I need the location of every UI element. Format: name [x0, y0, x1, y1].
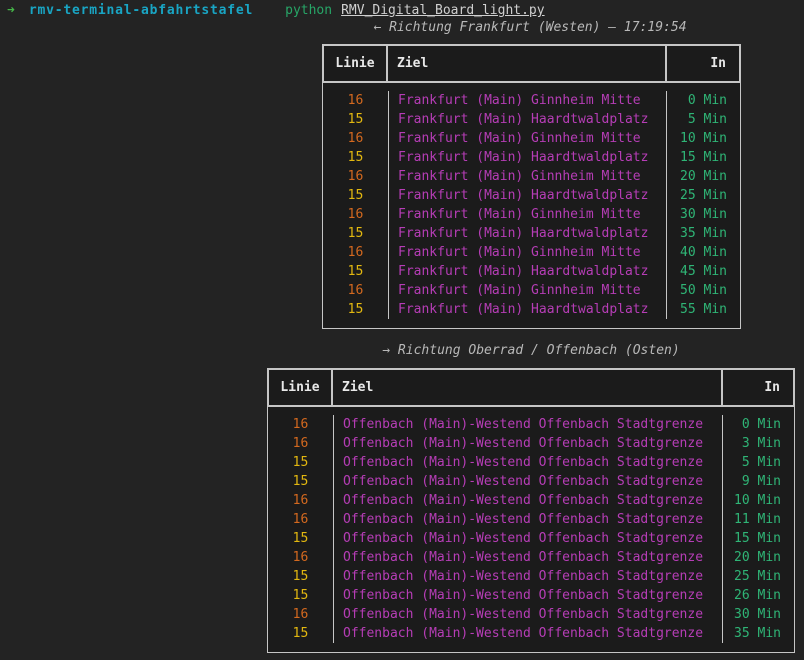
line-number: 15	[268, 567, 333, 586]
destination: Offenbach (Main)-Westend Offenbach Stadt…	[343, 434, 722, 453]
destination: Offenbach (Main)-Westend Offenbach Stadt…	[343, 491, 722, 510]
col-ziel: Offenbach (Main)-Westend Offenbach Stadt…	[333, 415, 723, 643]
line-number: 15	[268, 453, 333, 472]
destination: Offenbach (Main)-Westend Offenbach Stadt…	[343, 453, 722, 472]
departure-countdown: 9 Min	[723, 472, 794, 491]
destination: Offenbach (Main)-Westend Offenbach Stadt…	[343, 510, 722, 529]
departure-countdown: 15 Min	[723, 529, 794, 548]
column-header-ziel: Ziel	[331, 368, 723, 407]
departure-countdown: 40 Min	[667, 243, 740, 262]
col-ziel: Frankfurt (Main) Ginnheim MitteFrankfurt…	[388, 91, 667, 319]
departure-board-west: Linie Ziel In 161516151615161516151615 F…	[322, 44, 741, 329]
line-number: 16	[268, 491, 333, 510]
departure-countdown: 50 Min	[667, 281, 740, 300]
line-number: 15	[268, 472, 333, 491]
destination: Frankfurt (Main) Ginnheim Mitte	[398, 129, 666, 148]
departure-countdown: 20 Min	[667, 167, 740, 186]
departure-countdown: 25 Min	[667, 186, 740, 205]
line-number: 15	[323, 300, 388, 319]
prompt-arrow-icon: ➜	[7, 1, 15, 20]
departure-countdown: 45 Min	[667, 262, 740, 281]
destination: Frankfurt (Main) Haardtwaldplatz	[398, 148, 666, 167]
departure-countdown: 26 Min	[723, 586, 794, 605]
destination: Frankfurt (Main) Haardtwaldplatz	[398, 300, 666, 319]
line-number: 16	[268, 548, 333, 567]
destination: Offenbach (Main)-Westend Offenbach Stadt…	[343, 529, 722, 548]
departure-board-east: Linie Ziel In 161615151616151615151615 O…	[267, 368, 795, 653]
departure-countdown: 35 Min	[667, 224, 740, 243]
line-number: 16	[323, 129, 388, 148]
departure-countdown: 3 Min	[723, 434, 794, 453]
destination: Offenbach (Main)-Westend Offenbach Stadt…	[343, 567, 722, 586]
destination: Frankfurt (Main) Haardtwaldplatz	[398, 224, 666, 243]
col-linie: 161516151615161516151615	[323, 91, 388, 319]
line-number: 15	[323, 224, 388, 243]
line-number: 15	[323, 110, 388, 129]
prompt-directory: rmv-terminal-abfahrtstafel	[29, 1, 253, 20]
departure-countdown: 20 Min	[723, 548, 794, 567]
destination: Offenbach (Main)-Westend Offenbach Stadt…	[343, 624, 722, 643]
departure-countdown: 10 Min	[723, 491, 794, 510]
line-number: 16	[323, 243, 388, 262]
departure-countdown: 35 Min	[723, 624, 794, 643]
departure-countdown: 30 Min	[667, 205, 740, 224]
col-in: 0 Min5 Min10 Min15 Min20 Min25 Min30 Min…	[667, 91, 740, 319]
departure-countdown: 55 Min	[667, 300, 740, 319]
departure-countdown: 10 Min	[667, 129, 740, 148]
line-number: 16	[268, 434, 333, 453]
line-number: 16	[268, 510, 333, 529]
terminal-window: { "terminal": { "prompt_symbol": "➜", "d…	[0, 0, 804, 660]
departure-countdown: 0 Min	[667, 91, 740, 110]
departure-countdown: 25 Min	[723, 567, 794, 586]
col-in: 0 Min3 Min5 Min9 Min10 Min11 Min15 Min20…	[723, 415, 794, 643]
line-number: 16	[323, 167, 388, 186]
table-body: 161615151616151615151615 Offenbach (Main…	[267, 407, 795, 653]
destination: Offenbach (Main)-Westend Offenbach Stadt…	[343, 548, 722, 567]
departure-countdown: 11 Min	[723, 510, 794, 529]
destination: Frankfurt (Main) Ginnheim Mitte	[398, 281, 666, 300]
departure-countdown: 5 Min	[723, 453, 794, 472]
col-linie: 161615151616151615151615	[268, 415, 333, 643]
column-header-ziel: Ziel	[386, 44, 667, 83]
line-number: 15	[323, 262, 388, 281]
line-number: 16	[323, 91, 388, 110]
line-number: 15	[323, 186, 388, 205]
departure-countdown: 30 Min	[723, 605, 794, 624]
column-header-linie: Linie	[322, 44, 388, 83]
destination: Frankfurt (Main) Haardtwaldplatz	[398, 110, 666, 129]
destination: Frankfurt (Main) Ginnheim Mitte	[398, 243, 666, 262]
line-number: 16	[323, 281, 388, 300]
destination: Offenbach (Main)-Westend Offenbach Stadt…	[343, 605, 722, 624]
line-number: 15	[268, 529, 333, 548]
line-number: 16	[323, 205, 388, 224]
line-number: 16	[268, 605, 333, 624]
destination: Offenbach (Main)-Westend Offenbach Stadt…	[343, 472, 722, 491]
destination: Frankfurt (Main) Ginnheim Mitte	[398, 205, 666, 224]
destination: Frankfurt (Main) Ginnheim Mitte	[398, 91, 666, 110]
column-header-linie: Linie	[267, 368, 333, 407]
line-number: 15	[268, 586, 333, 605]
departure-countdown: 5 Min	[667, 110, 740, 129]
line-number: 15	[268, 624, 333, 643]
destination: Offenbach (Main)-Westend Offenbach Stadt…	[343, 586, 722, 605]
column-header-in: In	[721, 368, 795, 407]
direction-heading-east: → Richtung Oberrad / Offenbach (Osten)	[267, 341, 795, 360]
departure-countdown: 15 Min	[667, 148, 740, 167]
line-number: 16	[268, 415, 333, 434]
destination: Frankfurt (Main) Haardtwaldplatz	[398, 186, 666, 205]
destination: Frankfurt (Main) Haardtwaldplatz	[398, 262, 666, 281]
column-header-in: In	[665, 44, 741, 83]
line-number: 15	[323, 148, 388, 167]
table-header: Linie Ziel In	[267, 368, 795, 407]
direction-heading-west: ← Richtung Frankfurt (Westen) – 17:19:54	[300, 18, 760, 37]
table-body: 161516151615161516151615 Frankfurt (Main…	[322, 83, 741, 329]
table-header: Linie Ziel In	[322, 44, 741, 83]
departure-countdown: 0 Min	[723, 415, 794, 434]
destination: Frankfurt (Main) Ginnheim Mitte	[398, 167, 666, 186]
destination: Offenbach (Main)-Westend Offenbach Stadt…	[343, 415, 722, 434]
